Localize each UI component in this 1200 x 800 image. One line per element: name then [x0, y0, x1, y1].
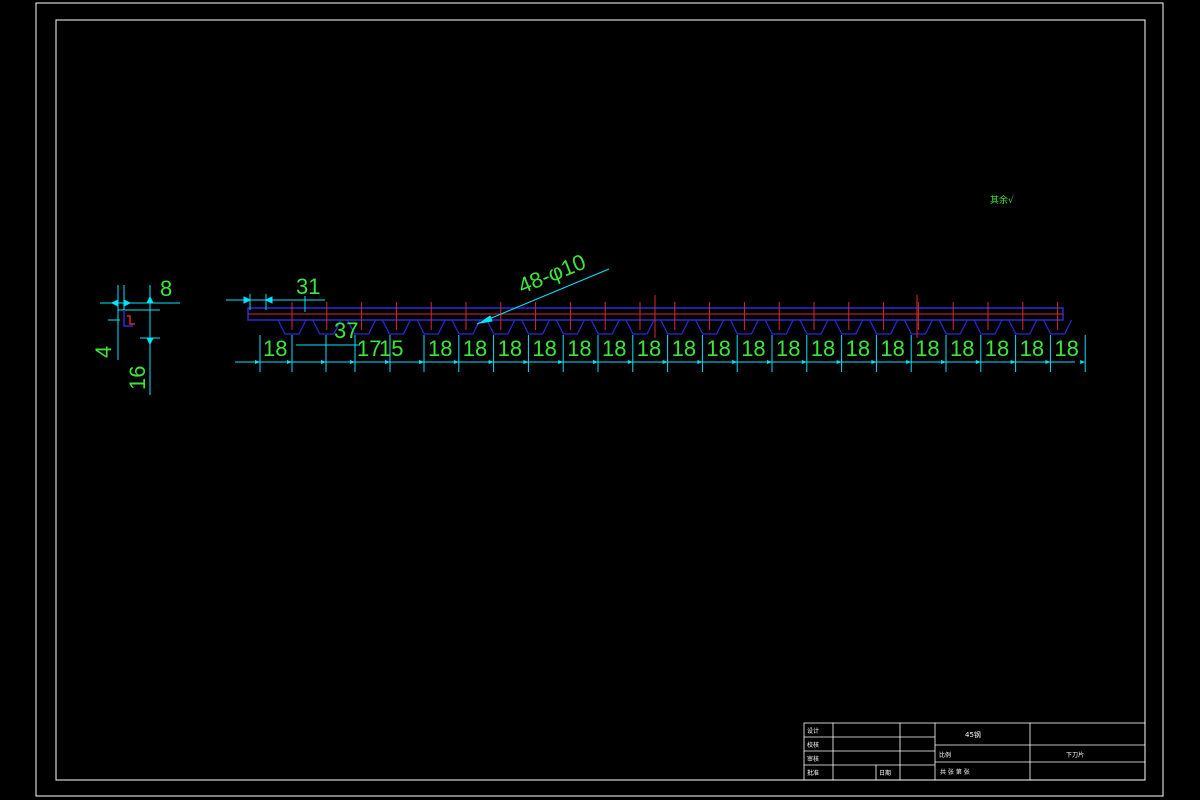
dimension-arrow	[350, 360, 355, 364]
dimension-arrow	[697, 360, 703, 364]
outer-border	[35, 2, 1164, 797]
pitch-dimension: 18	[463, 336, 487, 361]
scale-label: 比例	[939, 751, 951, 759]
pitch-dimension: 18	[672, 336, 696, 361]
dimension-arrow	[801, 360, 807, 364]
pitch-dimension: 18	[950, 336, 974, 361]
depth-dimension: 16	[125, 366, 150, 390]
surface-roughness-symbol: 其余√	[990, 194, 1014, 206]
part-name: 下刀片	[1066, 751, 1084, 759]
dimension-arrow	[321, 360, 326, 364]
dimension-arrow	[419, 360, 424, 364]
start-offset-dimension: 18	[263, 336, 287, 361]
inner-frame	[55, 19, 1146, 781]
designer-label: 设计	[807, 727, 819, 735]
pitch-dimension: 18	[776, 336, 800, 361]
pitch-dimension: 18	[567, 336, 591, 361]
dimension-arrow	[975, 360, 981, 364]
dimension-arrow	[627, 360, 633, 364]
pitch-dimension: 18	[1020, 336, 1044, 361]
pitch-dimension: 18	[915, 336, 939, 361]
approver-label: 批准	[807, 769, 819, 777]
dimension-arrow	[941, 360, 946, 364]
mid-small-dimension-b: 15	[379, 336, 403, 361]
pitch-dimension: 18	[706, 336, 730, 361]
dimension-arrow	[255, 360, 260, 364]
pitch-dimension: 18	[637, 336, 661, 361]
top-width-dimension: 31	[296, 274, 320, 299]
hole-callout: 48-φ10	[515, 249, 590, 299]
dimension-arrow	[662, 360, 668, 364]
date-label: 日期	[879, 769, 891, 777]
pitch-dimension: 18	[880, 336, 904, 361]
pitch-dimension: 18	[811, 336, 835, 361]
blade-strip	[247, 295, 1073, 338]
dimension-arrow	[1080, 360, 1086, 364]
pitch-dimension: 18	[532, 336, 556, 361]
checker-label: 校核	[807, 741, 819, 749]
dimension-arrow	[906, 360, 912, 364]
section-profile: 8 4 16	[91, 276, 180, 395]
mid-small-dimension-a: 17	[357, 336, 381, 361]
lip-dimension: 4	[91, 346, 116, 358]
dimension-arrow	[523, 360, 529, 364]
dimension-arrow	[287, 360, 292, 364]
dimension-arrow	[732, 360, 738, 364]
pitch-dimension: 18	[498, 336, 522, 361]
dimension-arrow	[558, 360, 564, 364]
pitch-dimension: 18	[741, 336, 765, 361]
roughness-note: 其余√	[990, 194, 1014, 206]
dimension-arrow	[488, 360, 494, 364]
dimension-arrow	[1045, 360, 1051, 364]
dimension-arrow	[871, 360, 877, 364]
title-block: 设计 校核 审核 批准 日期 45钢 比例 下刀片 共 张 第 张	[803, 722, 1146, 781]
dimension-arrow	[767, 360, 772, 364]
dimension-arrow	[593, 360, 598, 364]
pitch-dimension: 18	[1054, 336, 1078, 361]
pitch-dimension: 18	[428, 336, 452, 361]
flange-height-dimension: 8	[160, 276, 172, 301]
cad-drawing-canvas: 8 4 16 31 37 48-φ10 18 18 18 18 18 18 18 18 18 18…	[35, 2, 1164, 797]
pitch-dimension: 18	[846, 336, 870, 361]
pitch-dimension: 18	[985, 336, 1009, 361]
reviewer-label: 审核	[807, 755, 819, 763]
dimension-arrow	[1010, 360, 1016, 364]
sheet-info: 共 张 第 张	[940, 768, 970, 776]
material-label: 45钢	[965, 730, 981, 739]
dimension-arrow	[836, 360, 842, 364]
pitch-dimension: 18	[602, 336, 626, 361]
strip-dimensions: 31 37 48-φ10 18 18 18 18 18 18 18 18 18 18 18 18 18 1…	[226, 249, 1086, 372]
dimension-arrow	[453, 360, 459, 364]
